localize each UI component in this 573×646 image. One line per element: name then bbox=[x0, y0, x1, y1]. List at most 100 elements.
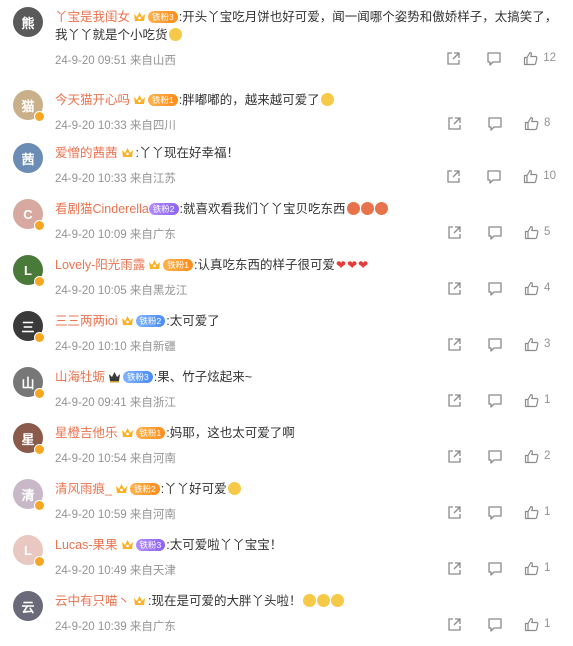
share-icon bbox=[447, 505, 462, 520]
like-button[interactable]: 1 bbox=[524, 505, 556, 520]
avatar-initial: 茜 bbox=[21, 151, 35, 167]
thumbs-up-icon bbox=[523, 51, 538, 66]
food-emoji bbox=[360, 202, 374, 215]
comment-body: 丫宝是我闺女 铁粉3:开头丫宝吃月饼也好可爱，闻一闻哪个姿势和傲娇样子，太搞笑了，… bbox=[55, 8, 565, 44]
avatar[interactable]: 熊 bbox=[13, 7, 43, 37]
share-icon bbox=[447, 393, 462, 408]
comment-time: 24-9-20 10:49 bbox=[55, 565, 127, 577]
comment-actions: 5 bbox=[447, 224, 556, 240]
verified-icon bbox=[34, 444, 45, 455]
comment-item: 猫今天猫开心吗 铁粉1:胖嘟嘟的，越来越可爱了 24-9-20 10:33 来自四川… bbox=[0, 89, 573, 145]
reply-button[interactable] bbox=[486, 169, 502, 184]
share-button[interactable] bbox=[447, 393, 462, 408]
fan-badge: 铁粉3 bbox=[123, 371, 153, 383]
share-button[interactable] bbox=[446, 51, 461, 66]
avatar[interactable]: 云 bbox=[13, 591, 43, 621]
username-link[interactable]: 看剧猫Cinderella bbox=[55, 202, 149, 216]
avatar-initial: 星 bbox=[21, 431, 35, 447]
like-button[interactable]: 12 bbox=[523, 51, 556, 66]
like-button[interactable]: 1 bbox=[524, 393, 556, 408]
comment-text: :太可爱了 bbox=[166, 314, 220, 328]
reply-button[interactable] bbox=[487, 225, 503, 240]
like-button[interactable]: 4 bbox=[524, 281, 556, 296]
food-emoji bbox=[346, 202, 360, 215]
share-icon bbox=[446, 51, 461, 66]
reply-icon bbox=[487, 393, 503, 408]
verified-icon bbox=[34, 220, 45, 231]
share-button[interactable] bbox=[447, 281, 462, 296]
username-link[interactable]: 今天猫开心吗 bbox=[55, 93, 130, 107]
username-link[interactable]: 爱憎的茜茜 bbox=[55, 146, 118, 160]
comment-location: 来自天津 bbox=[129, 565, 176, 577]
reply-icon bbox=[487, 617, 503, 632]
reply-button[interactable] bbox=[487, 505, 503, 520]
comment-location: 来自四川 bbox=[129, 120, 176, 132]
share-button[interactable] bbox=[447, 505, 462, 520]
share-button[interactable] bbox=[447, 617, 462, 632]
avatar-initial: 云 bbox=[21, 599, 35, 615]
comment-actions: 1 bbox=[447, 504, 556, 520]
like-button[interactable]: 3 bbox=[524, 337, 556, 352]
comment-time: 24-9-20 10:33 bbox=[55, 173, 127, 185]
reply-button[interactable] bbox=[486, 51, 502, 66]
kiss-emoji bbox=[320, 93, 334, 106]
comment-body: 看剧猫Cinderella 铁粉2:就喜欢看我们丫丫宝贝吃东西 bbox=[55, 200, 565, 218]
comment-body: Lovely-阳光雨露 铁粉1:认真吃东西的样子很可爱❤❤❤ bbox=[55, 256, 565, 274]
comment-actions: 12 bbox=[446, 50, 556, 66]
crown-icon bbox=[121, 426, 134, 438]
username-link[interactable]: 丫宝是我闺女 bbox=[55, 10, 130, 24]
reply-icon bbox=[487, 505, 503, 520]
fan-badge: 铁粉2 bbox=[148, 203, 179, 215]
username-link[interactable]: Lucas-果果 bbox=[55, 538, 118, 552]
reply-button[interactable] bbox=[487, 617, 503, 632]
reply-button[interactable] bbox=[487, 449, 503, 464]
food-emoji bbox=[374, 202, 388, 215]
comment-item: C 看剧猫Cinderella 铁粉2:就喜欢看我们丫丫宝贝吃东西 24-9-20 1… bbox=[0, 198, 573, 254]
like-count: 1 bbox=[544, 394, 551, 406]
share-button[interactable] bbox=[447, 337, 462, 352]
comment-time: 24-9-20 10:10 bbox=[55, 341, 127, 353]
share-button[interactable] bbox=[447, 116, 462, 131]
share-icon bbox=[447, 561, 462, 576]
username-link[interactable]: Lovely-阳光雨露 bbox=[55, 258, 145, 272]
comment-meta: 24-9-20 10:59 来自河南 bbox=[55, 506, 176, 522]
reply-button[interactable] bbox=[487, 116, 503, 131]
reply-button[interactable] bbox=[487, 393, 503, 408]
like-button[interactable]: 10 bbox=[523, 169, 556, 184]
reply-button[interactable] bbox=[487, 281, 503, 296]
reply-button[interactable] bbox=[487, 561, 503, 576]
comment-meta: 24-9-20 10:33 来自江苏 bbox=[55, 170, 176, 186]
comment-actions: 10 bbox=[446, 168, 556, 184]
comment-actions: 8 bbox=[447, 115, 556, 131]
share-button[interactable] bbox=[446, 169, 461, 184]
share-button[interactable] bbox=[447, 561, 462, 576]
username-link[interactable]: 星橙吉他乐 bbox=[55, 426, 118, 440]
like-count: 8 bbox=[544, 117, 551, 129]
cry-emoji bbox=[316, 594, 330, 607]
crown-icon bbox=[121, 146, 134, 158]
avatar[interactable]: 茜 bbox=[13, 143, 43, 173]
username-link[interactable]: 清风雨痕_ bbox=[55, 482, 112, 496]
like-button[interactable]: 1 bbox=[524, 617, 556, 632]
comment-time: 24-9-20 10:39 bbox=[55, 621, 127, 633]
share-button[interactable] bbox=[447, 225, 462, 240]
like-button[interactable]: 1 bbox=[524, 561, 556, 576]
username-link[interactable]: 三三两两ioi bbox=[55, 314, 118, 328]
username-link[interactable]: 山海牡蛎 bbox=[55, 370, 105, 384]
like-count: 1 bbox=[544, 562, 551, 574]
like-button[interactable]: 2 bbox=[524, 449, 556, 464]
like-button[interactable]: 5 bbox=[524, 225, 556, 240]
comment-location: 来自江苏 bbox=[129, 173, 176, 185]
crown-icon bbox=[108, 370, 121, 383]
comment-location: 来自河南 bbox=[129, 509, 176, 521]
comment-item: 山 山海牡蛎 铁粉3:果、竹子炫起来~ 24-9-20 09:41 来自浙江 1 bbox=[0, 366, 573, 422]
like-button[interactable]: 8 bbox=[524, 116, 556, 131]
share-button[interactable] bbox=[447, 449, 462, 464]
heart-emoji: ❤ bbox=[347, 258, 358, 272]
username-link[interactable]: 云中有只喵丶 bbox=[55, 594, 130, 608]
comment-item: 三 三三两两ioi 铁粉2:太可爱了 24-9-20 10:10 来自新疆 3 bbox=[0, 310, 573, 366]
like-count: 2 bbox=[544, 450, 551, 462]
thumbs-up-icon bbox=[524, 225, 539, 240]
reply-button[interactable] bbox=[487, 337, 503, 352]
comment-text: :认真吃东西的样子很可爱 bbox=[194, 258, 336, 272]
